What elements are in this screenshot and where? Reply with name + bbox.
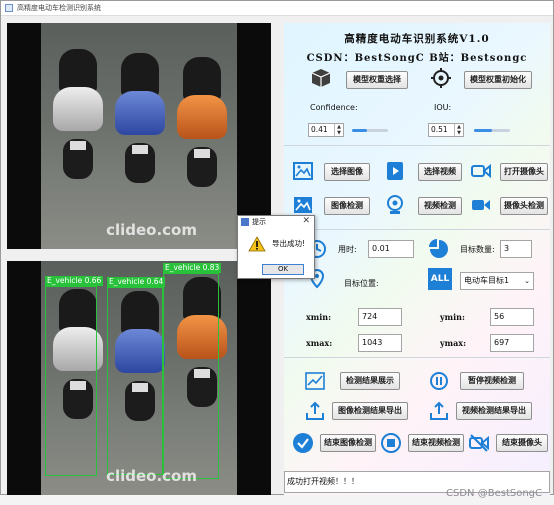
scooters-photo-detected: E_vehicle 0.66 E_vehicle 0.64 E_vehicle … [41, 261, 237, 495]
upload-icon [430, 401, 448, 420]
video-detect-button[interactable]: 视频检测 [418, 197, 462, 215]
stop-icon [381, 433, 401, 453]
close-icon[interactable]: ✕ [302, 216, 310, 226]
image-detect-button[interactable]: 图像检测 [324, 197, 370, 215]
app-window: 高精度电动车检测识别系统 clideo.com E_vehicle 0.66 E… [0, 0, 554, 495]
image-watermark: clideo.com [106, 467, 197, 485]
iou-slider[interactable] [474, 129, 510, 132]
show-results-button[interactable]: 检测结果展示 [340, 372, 400, 390]
warning-icon [248, 236, 266, 252]
dialog-title: 提示 [252, 218, 266, 226]
cube-icon [311, 69, 331, 87]
end-video-detect-button[interactable]: 结束视频检测 [408, 434, 464, 452]
dialog-app-icon [241, 218, 249, 226]
spin-arrows-icon[interactable]: ▲ ▼ [334, 124, 343, 136]
action-section: 选择图像 选择视频 打开摄像头 图像检测 视频检测 摄像头检测 [284, 145, 550, 230]
confidence-spinbox[interactable]: 0.41 ▲ ▼ [308, 123, 344, 137]
confidence-label: Confidence: [310, 103, 358, 112]
target-select-value: 电动车目标1 [464, 276, 510, 285]
all-icon: ALL [428, 268, 452, 290]
app-icon [5, 4, 13, 12]
detection-label: E_vehicle 0.83 [163, 263, 222, 273]
video-file-icon [387, 162, 403, 180]
spin-arrows-icon[interactable]: ▲ ▼ [454, 124, 463, 136]
export-video-results-button[interactable]: 视频检测结果导出 [456, 402, 532, 420]
results-section: 用时: 0.01 目标数量: 3 目标位置: ALL 电动车目标1 ⌄ xmin… [284, 229, 550, 358]
app-title: 高精度电动车识别系统V1.0 [344, 33, 490, 45]
xmin-field: 724 [358, 308, 402, 326]
time-field: 0.01 [368, 240, 414, 258]
detection-label: E_vehicle 0.66 [45, 276, 104, 286]
ymin-field: 56 [490, 308, 534, 326]
window-title: 高精度电动车检测识别系统 [17, 4, 101, 12]
check-circle-icon [293, 433, 313, 453]
time-label: 用时: [338, 245, 357, 254]
original-image: clideo.com [7, 23, 271, 249]
iou-value: 0.51 [431, 125, 448, 134]
position-label: 目标位置: [344, 279, 379, 288]
xmax-label: xmax: [306, 338, 333, 348]
upload-icon [306, 401, 324, 420]
target-gear-icon [431, 68, 451, 88]
line-chart-icon [305, 372, 325, 390]
pause-video-button[interactable]: 暂停视频检测 [460, 372, 524, 390]
camera-off-icon [469, 434, 489, 452]
open-camera-button[interactable]: 打开摄像头 [500, 163, 548, 181]
ok-button[interactable]: OK [262, 264, 304, 275]
chevron-down-icon: ⌄ [524, 277, 530, 285]
ymin-label: ymin: [440, 312, 465, 322]
xmax-field: 1043 [358, 334, 402, 352]
iou-label: IOU: [434, 103, 452, 112]
ymax-field: 697 [490, 334, 534, 352]
message-dialog: 提示 ✕ 导出成功! OK [237, 215, 315, 279]
model-weight-init-button[interactable]: 模型权重初始化 [464, 71, 532, 89]
control-panel: 高精度电动车识别系统V1.0 CSDN：BestSongC B站：Bestson… [284, 23, 550, 495]
detection-box: E_vehicle 0.64 [107, 277, 166, 475]
video-camera-icon [471, 163, 491, 179]
select-image-button[interactable]: 选择图像 [324, 163, 370, 181]
end-camera-button[interactable]: 结束摄像头 [496, 434, 548, 452]
image-detect-icon [294, 197, 312, 213]
detection-box: E_vehicle 0.66 [45, 276, 104, 476]
model-weight-select-button[interactable]: 模型权重选择 [346, 71, 408, 89]
select-video-button[interactable]: 选择视频 [418, 163, 462, 181]
image-icon [293, 162, 313, 180]
confidence-slider-fill [352, 129, 367, 132]
confidence-slider[interactable] [352, 129, 388, 132]
count-field: 3 [500, 240, 532, 258]
pause-icon [430, 372, 448, 390]
image-panel: clideo.com E_vehicle 0.66 E_vehicle 0.64… [7, 23, 271, 495]
detection-label: E_vehicle 0.64 [107, 277, 166, 287]
xmin-label: xmin: [306, 312, 332, 322]
detection-box: E_vehicle 0.83 [163, 263, 222, 479]
author-credit: CSDN：BestSongC B站：Bestsongc [306, 53, 528, 64]
camera-detect-button[interactable]: 摄像头检测 [500, 197, 548, 215]
image-watermark: clideo.com [106, 221, 197, 239]
csdn-watermark: CSDN @BestSongC [446, 488, 542, 499]
scooters-photo: clideo.com [41, 23, 237, 249]
title-bar: 高精度电动车检测识别系统 [1, 1, 553, 16]
iou-spinbox[interactable]: 0.51 ▲ ▼ [428, 123, 464, 137]
detection-image: E_vehicle 0.66 E_vehicle 0.64 E_vehicle … [7, 261, 271, 495]
confidence-value: 0.41 [311, 125, 328, 134]
export-image-results-button[interactable]: 图像检测结果导出 [332, 402, 408, 420]
count-label: 目标数量: [460, 245, 495, 254]
iou-slider-fill [474, 129, 493, 132]
webcam-icon [387, 195, 403, 214]
controls-section: 检测结果展示 暂停视频检测 图像检测结果导出 视频检测结果导出 结束图像检测 结… [284, 357, 550, 470]
end-image-detect-button[interactable]: 结束图像检测 [320, 434, 376, 452]
dialog-message: 导出成功! [272, 239, 306, 248]
ymax-label: ymax: [440, 338, 467, 348]
target-select[interactable]: 电动车目标1 ⌄ [460, 272, 534, 290]
pie-chart-icon [429, 239, 448, 258]
camera-detect-icon [472, 200, 490, 210]
